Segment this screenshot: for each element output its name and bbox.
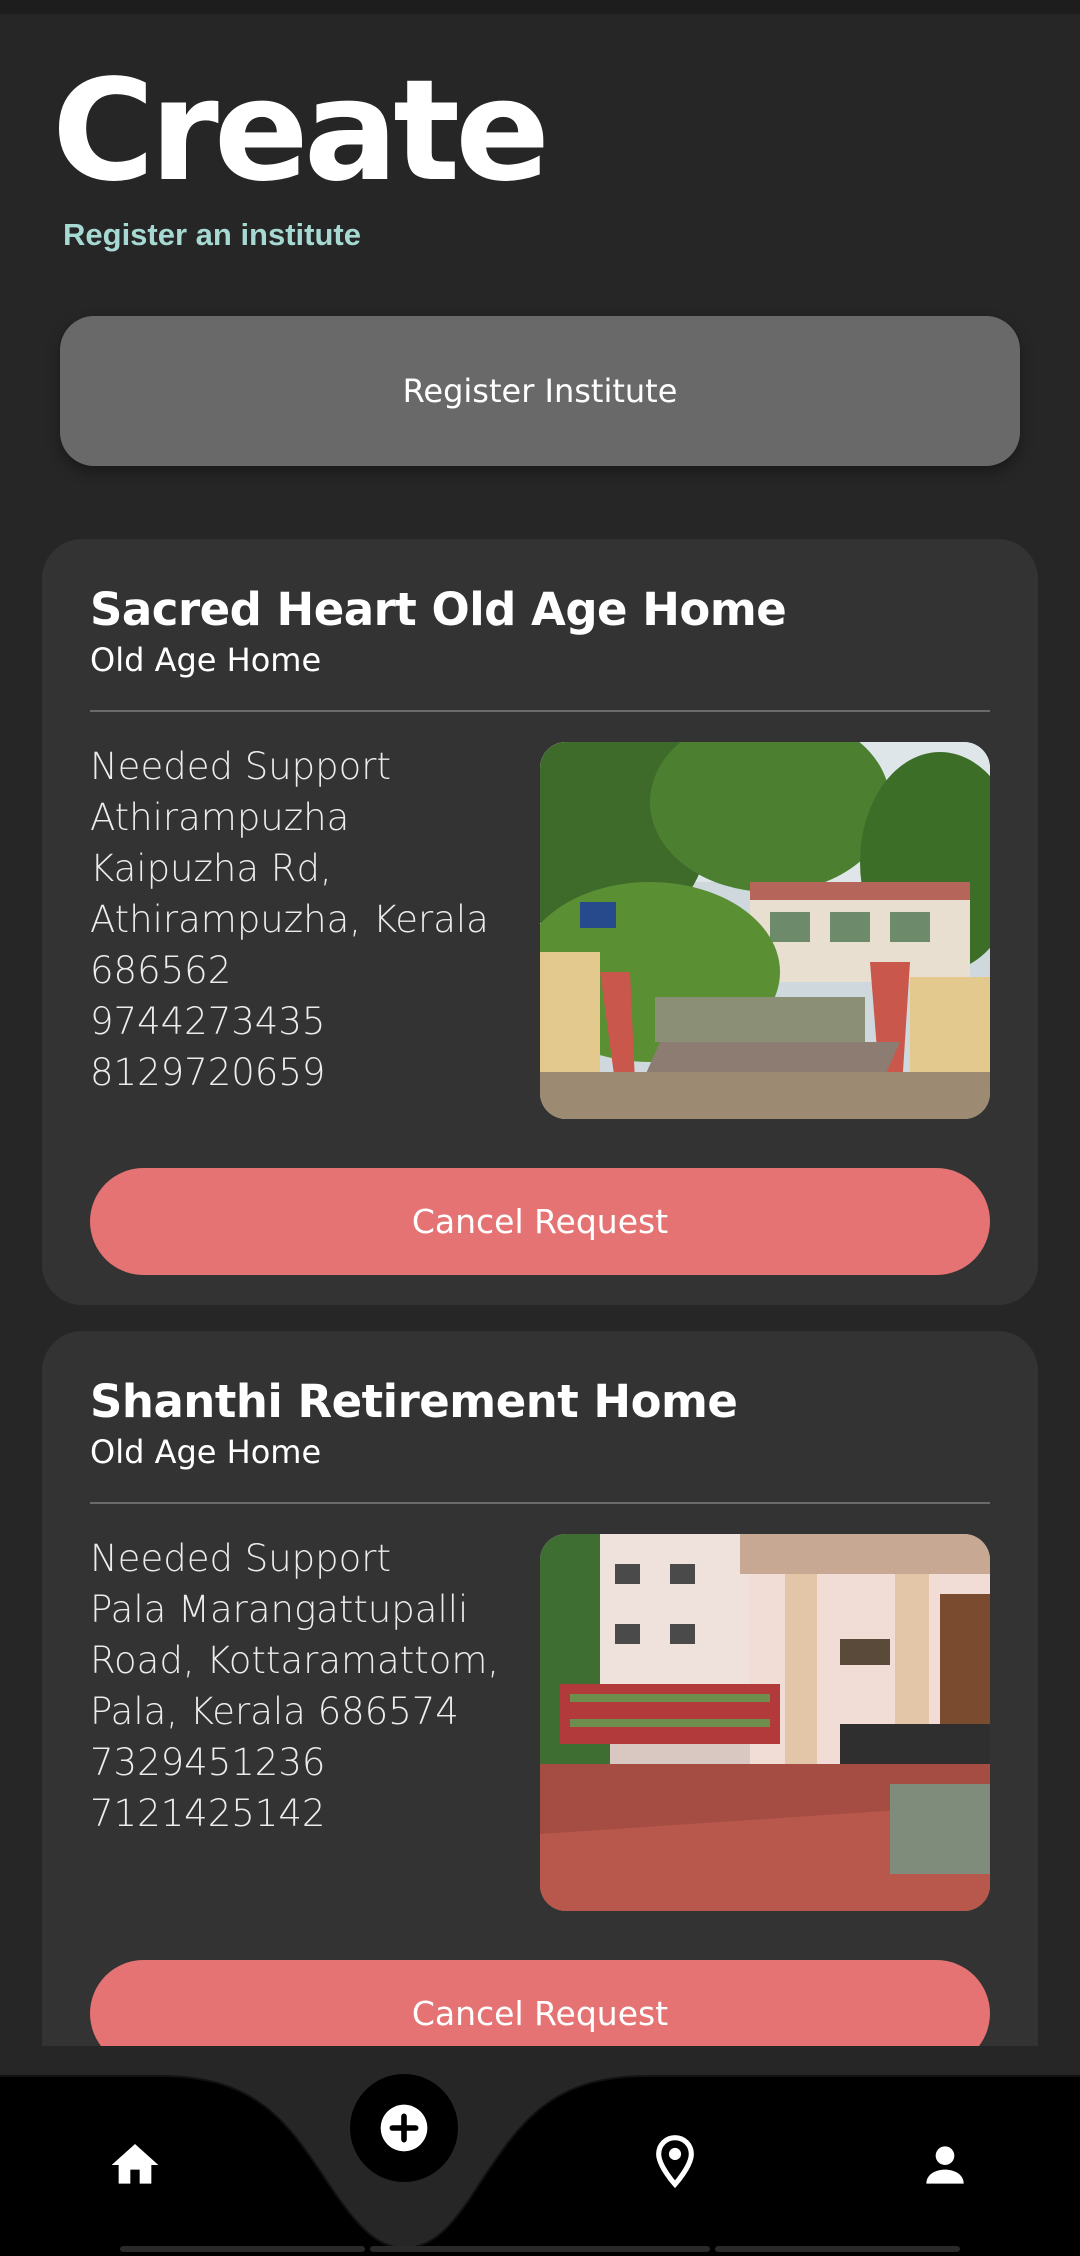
nav-location-button[interactable] <box>640 2126 710 2196</box>
person-icon <box>926 2146 964 2184</box>
postal-code: 686562 <box>90 949 232 992</box>
institute-details: Needed Support Pala Marangattupalli Road… <box>90 1533 510 1839</box>
phone-number: 8129720659 <box>90 1051 326 1094</box>
nav-home-button[interactable] <box>100 2130 170 2200</box>
institute-photo <box>540 742 990 1119</box>
register-institute-button[interactable]: Register Institute <box>60 316 1020 466</box>
support-status: Needed Support <box>90 1537 391 1580</box>
institute-type: Old Age Home <box>90 641 322 679</box>
nav-create-button[interactable] <box>350 2074 458 2182</box>
location-pin-icon <box>656 2135 694 2189</box>
cancel-request-button[interactable]: Cancel Request <box>90 1960 990 2046</box>
address-line: Athirampuzha, Kerala <box>90 898 489 941</box>
institute-card: Shanthi Retirement Home Old Age Home Nee… <box>42 1331 1038 2046</box>
phone-number: 9744273435 <box>90 1000 326 1043</box>
institute-name: Sacred Heart Old Age Home <box>90 583 787 636</box>
nav-profile-button[interactable] <box>910 2130 980 2200</box>
gesture-bar-segment <box>370 2246 710 2252</box>
page-subtitle: Register an institute <box>63 217 361 252</box>
add-icon <box>380 2104 428 2152</box>
address-line: Road, Kottaramattom, <box>90 1639 500 1682</box>
institute-card: Sacred Heart Old Age Home Old Age Home N… <box>42 539 1038 1305</box>
bottom-navigation <box>0 2046 1080 2256</box>
phone-number: 7121425142 <box>90 1792 326 1835</box>
phone-number: 7329451236 <box>90 1741 326 1784</box>
address-line: Kaipuzha Rd, <box>90 847 332 890</box>
institute-details: Needed Support Athirampuzha Kaipuzha Rd,… <box>90 741 510 1098</box>
institute-name: Shanthi Retirement Home <box>90 1375 738 1428</box>
home-icon <box>111 2144 159 2184</box>
gesture-bar-segment <box>120 2246 365 2252</box>
address-line: Athirampuzha <box>90 796 350 839</box>
address-line: Pala Marangattupalli <box>90 1588 469 1631</box>
card-divider <box>90 710 990 712</box>
page-title: Create <box>52 50 550 213</box>
cancel-request-button[interactable]: Cancel Request <box>90 1168 990 1275</box>
card-divider <box>90 1502 990 1504</box>
gesture-bar-segment <box>715 2246 960 2252</box>
institute-type: Old Age Home <box>90 1433 322 1471</box>
institute-photo <box>540 1534 990 1911</box>
support-status: Needed Support <box>90 745 391 788</box>
address-line: Pala, Kerala 686574 <box>90 1690 459 1733</box>
main-scroll-area[interactable]: Create Register an institute Register In… <box>0 0 1080 2046</box>
